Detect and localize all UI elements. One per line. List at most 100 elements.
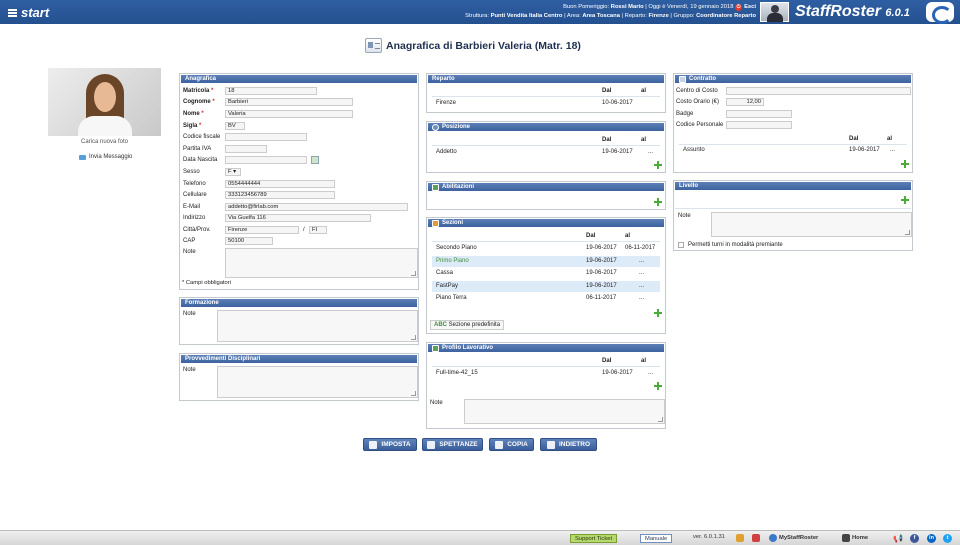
contratto-row-name[interactable]: Assunto bbox=[683, 147, 705, 153]
sezioni-row-dal: 19-06-2017 bbox=[586, 270, 617, 276]
anagrafica-note-textarea[interactable] bbox=[225, 248, 418, 278]
sezioni-row-name: Primo Piano bbox=[436, 258, 469, 264]
send-message-link[interactable]: Invia Messaggio bbox=[79, 154, 132, 160]
sezioni-row[interactable] bbox=[432, 268, 660, 279]
cognome-label: Cognome * bbox=[183, 99, 215, 105]
costo-orario-field[interactable]: 12,00 bbox=[726, 98, 764, 106]
email-label: E-Mail bbox=[183, 204, 201, 210]
sezioni-row-name: Cassa bbox=[436, 270, 454, 276]
codice-personale-field[interactable] bbox=[726, 121, 792, 129]
formazione-note-label: Note bbox=[183, 311, 196, 317]
reparto-row-name[interactable]: Firenze bbox=[436, 100, 456, 106]
nome-label: Nome * bbox=[183, 111, 204, 117]
partita-iva-field[interactable] bbox=[225, 145, 267, 153]
profilo-col-al: al bbox=[641, 358, 647, 364]
badge-field[interactable] bbox=[726, 110, 792, 118]
copia-button[interactable]: COPIA bbox=[489, 438, 534, 451]
profilo-note-label: Note bbox=[430, 400, 443, 406]
data-nascita-field[interactable] bbox=[225, 156, 307, 164]
reparto-value-header: Firenze bbox=[648, 13, 669, 19]
sezioni-row-al: ... bbox=[639, 270, 645, 276]
imposta-button[interactable]: IMPOSTA bbox=[363, 438, 417, 451]
livello-note-textarea[interactable] bbox=[711, 212, 912, 237]
cap-field[interactable]: 50100 bbox=[225, 237, 273, 245]
sezioni-row[interactable] bbox=[432, 281, 660, 292]
premium-shifts-checkbox[interactable] bbox=[678, 242, 684, 248]
contratto-row-al[interactable]: ... bbox=[890, 147, 895, 153]
hamburger-icon bbox=[8, 8, 17, 17]
provvedimenti-title: Provvedimenti Disciplinari bbox=[185, 356, 261, 362]
spettanze-button[interactable]: SPETTANZE bbox=[422, 438, 483, 451]
employee-photo[interactable] bbox=[48, 68, 161, 136]
sezioni-row-name: Piano Terra bbox=[436, 295, 467, 301]
sesso-select[interactable]: F ▾ bbox=[225, 168, 241, 176]
provincia-field[interactable]: FI bbox=[309, 226, 327, 234]
gruppo-label: | Gruppo: bbox=[668, 13, 697, 19]
default-section-button[interactable]: ABC Sezione predefinita bbox=[430, 320, 505, 330]
mystaffroster-label: MyStaffRoster bbox=[779, 535, 819, 541]
alert-icon[interactable] bbox=[752, 534, 760, 542]
linkedin-icon[interactable]: in bbox=[927, 534, 936, 543]
twitter-icon[interactable]: t bbox=[943, 534, 952, 543]
posizione-title: Posizione bbox=[442, 124, 471, 130]
sezioni-row-name: FastPay bbox=[436, 283, 459, 289]
telefono-label: Telefono bbox=[183, 181, 206, 187]
add-posizione-icon[interactable] bbox=[654, 161, 662, 169]
posizione-panel: Posizione bbox=[426, 121, 666, 173]
codice-fiscale-field[interactable] bbox=[225, 133, 307, 141]
centro-costo-field[interactable] bbox=[726, 87, 911, 95]
reparto-row-dal: 10-06-2017 bbox=[602, 100, 633, 106]
start-menu-button[interactable]: start bbox=[8, 5, 49, 20]
add-profilo-icon[interactable] bbox=[654, 382, 662, 390]
partita-iva-label: Partita IVA bbox=[183, 146, 212, 152]
sezioni-row-dal: 19-06-2017 bbox=[586, 258, 617, 264]
profilo-note-textarea[interactable] bbox=[464, 399, 665, 424]
sezioni-header: Sezioni bbox=[428, 219, 664, 227]
formazione-note-textarea[interactable] bbox=[217, 310, 418, 342]
manuale-button[interactable]: Manuale bbox=[640, 534, 673, 543]
email-field[interactable]: addetto@firlab.com bbox=[225, 203, 408, 211]
facebook-icon[interactable]: f bbox=[910, 534, 919, 543]
citta-field[interactable]: Firenze bbox=[225, 226, 299, 234]
posizione-row-name[interactable]: Addetto bbox=[436, 149, 457, 155]
exit-button[interactable]: ⏻ Esci bbox=[735, 3, 756, 12]
back-icon bbox=[546, 440, 555, 449]
add-abilitazione-icon[interactable] bbox=[654, 198, 662, 206]
profile-icon bbox=[432, 344, 439, 352]
profilo-row-name[interactable]: Full-time-42_15 bbox=[436, 370, 478, 376]
nome-field[interactable]: Valeria bbox=[225, 110, 353, 118]
mail-icon[interactable] bbox=[736, 534, 744, 542]
megaphone-icon[interactable]: 📢 bbox=[893, 534, 903, 543]
indietro-button[interactable]: INDIETRO bbox=[540, 438, 597, 451]
posizione-header: Posizione bbox=[428, 123, 664, 131]
cellulare-field[interactable]: 333123456789 bbox=[225, 191, 335, 199]
calendar-icon[interactable] bbox=[311, 156, 319, 164]
home-link[interactable]: Home bbox=[842, 534, 868, 542]
indirizzo-field[interactable]: Via Guelfa 116 bbox=[225, 214, 371, 222]
posizione-row-al[interactable]: ... bbox=[648, 149, 653, 155]
spettanze-label: SPETTANZE bbox=[439, 441, 478, 448]
cognome-field[interactable]: Barbieri bbox=[225, 98, 353, 106]
mystaffroster-link[interactable]: MyStaffRoster bbox=[769, 534, 818, 542]
support-ticket-button[interactable]: Support Ticket bbox=[570, 534, 618, 543]
sesso-label: Sesso bbox=[183, 169, 200, 175]
add-contratto-icon[interactable] bbox=[901, 160, 909, 168]
profilo-row-al[interactable]: ... bbox=[648, 370, 653, 376]
sezioni-title: Sezioni bbox=[442, 220, 464, 226]
provvedimenti-note-label: Note bbox=[183, 367, 196, 373]
sezioni-col-dal: Dal bbox=[586, 233, 596, 239]
telefono-field[interactable]: 0554444444 bbox=[225, 180, 335, 188]
shield-icon bbox=[432, 183, 439, 191]
required-fields-note: * Campi obbligatori bbox=[182, 280, 231, 286]
user-avatar[interactable] bbox=[760, 2, 789, 22]
anagrafica-header: Anagrafica bbox=[181, 75, 417, 83]
posizione-col-al: al bbox=[641, 137, 647, 143]
upload-photo-link[interactable]: Carica nuova foto bbox=[48, 139, 161, 145]
add-sezione-icon[interactable] bbox=[654, 309, 662, 317]
provvedimenti-note-textarea[interactable] bbox=[217, 366, 418, 398]
matricola-field[interactable]: 18 bbox=[225, 87, 317, 95]
brand-version: 6.0.1 bbox=[885, 7, 910, 19]
add-livello-icon[interactable] bbox=[901, 196, 909, 204]
sigla-field[interactable]: BV bbox=[225, 122, 245, 130]
reparto-header: Reparto bbox=[428, 75, 664, 83]
